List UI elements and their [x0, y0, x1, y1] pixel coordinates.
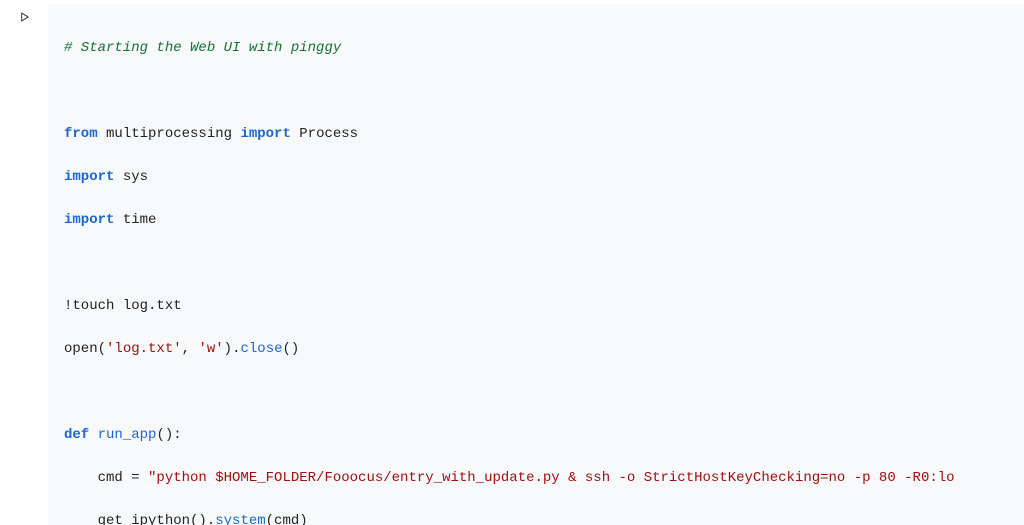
code-text: (cmd) [266, 513, 308, 525]
run-cell-icon[interactable] [17, 10, 31, 29]
code-text: touch log.txt [72, 298, 181, 314]
code-text: cmd = [64, 470, 148, 486]
code-text: get_ipython(). [64, 513, 215, 525]
code-text: Process [291, 126, 358, 142]
code-keyword: import [240, 126, 290, 142]
code-text: open [64, 341, 98, 357]
code-string: 'w' [198, 341, 223, 357]
code-text: time [114, 212, 156, 228]
code-cell: # Starting the Web UI with pinggy from m… [0, 0, 1024, 525]
code-keyword: import [64, 212, 114, 228]
code-call: close [240, 341, 282, 357]
code-keyword: import [64, 169, 114, 185]
code-string: "python $HOME_FOLDER/Fooocus/entry_with_… [148, 470, 955, 486]
code-comment: # Starting the Web UI with pinggy [64, 40, 341, 56]
code-text: , [182, 341, 199, 357]
code-text: multiprocessing [98, 126, 241, 142]
code-text: (): [156, 427, 181, 443]
code-editor[interactable]: # Starting the Web UI with pinggy from m… [48, 4, 1024, 525]
cell-gutter [0, 4, 48, 29]
code-call: system [215, 513, 265, 525]
code-text: ( [98, 341, 106, 357]
code-text: ). [224, 341, 241, 357]
code-text: () [283, 341, 300, 357]
code-keyword: def [64, 427, 89, 443]
code-string: 'log.txt' [106, 341, 182, 357]
code-text: sys [114, 169, 148, 185]
code-funcname: run_app [98, 427, 157, 443]
code-keyword: from [64, 126, 98, 142]
